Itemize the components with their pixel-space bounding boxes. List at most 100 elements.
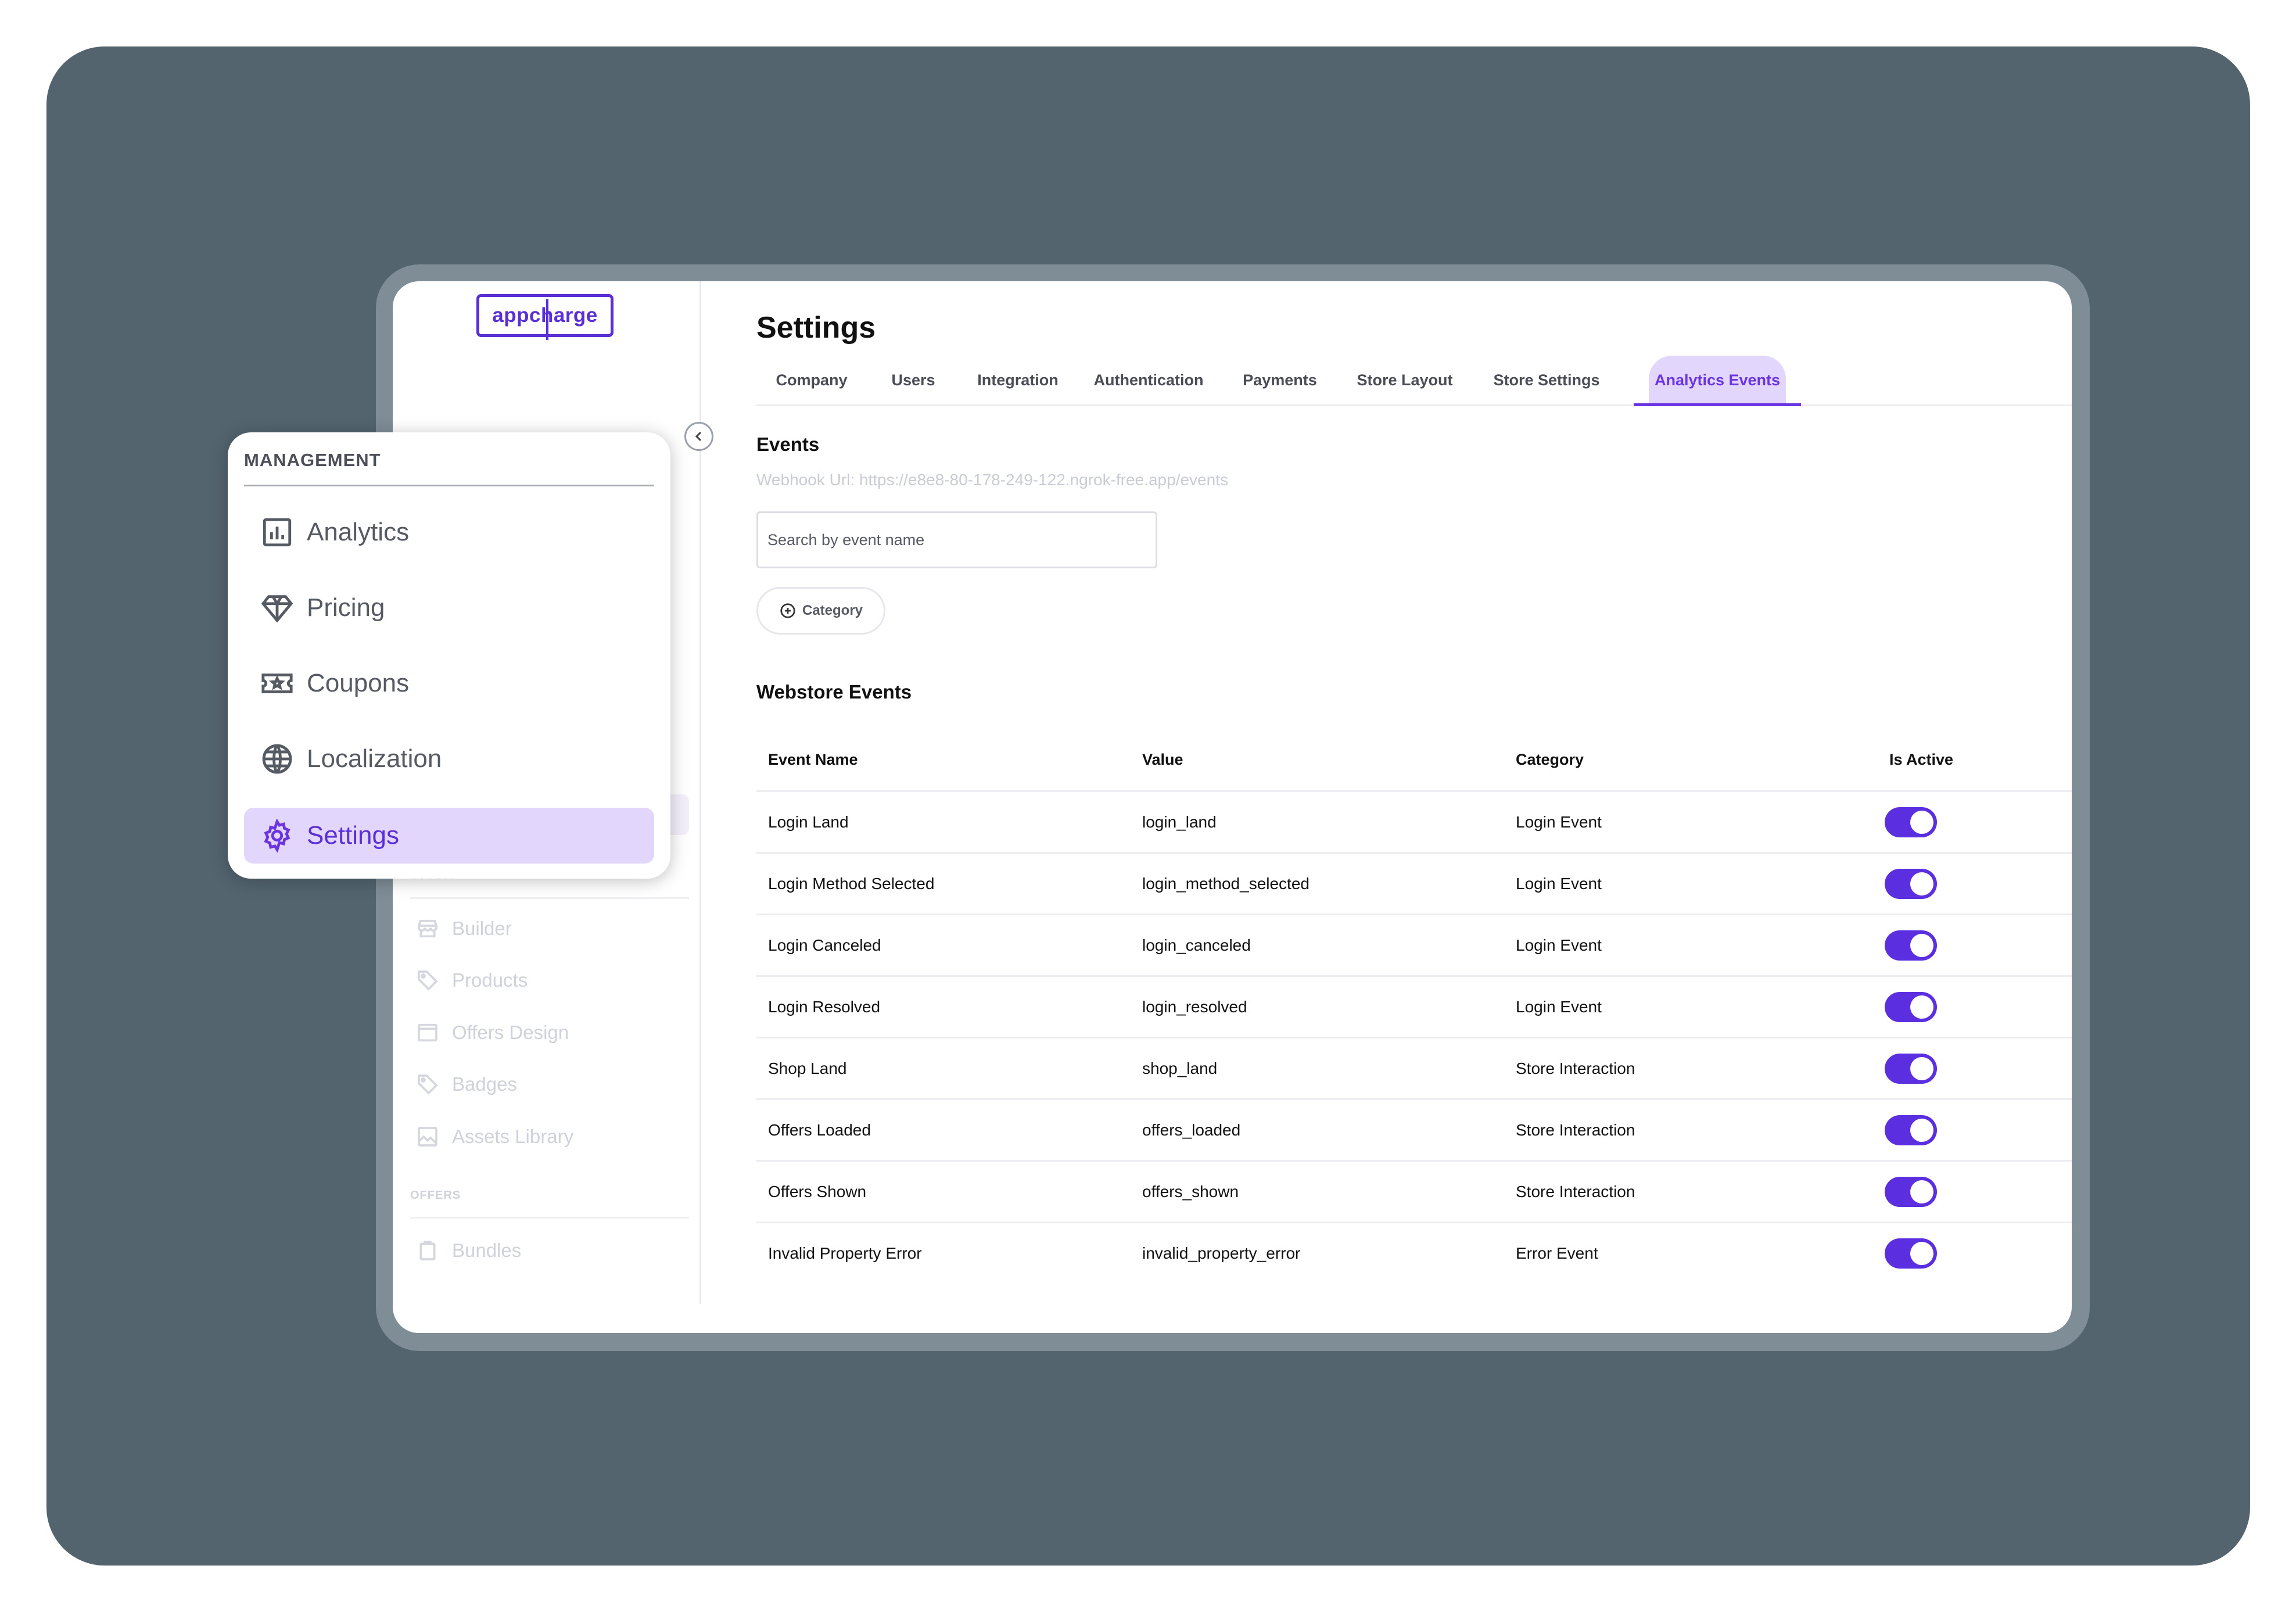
tab-store-settings[interactable]: Store Settings [1471, 356, 1622, 404]
events-section-title: Events [756, 434, 820, 455]
event-category-cell: Store Interaction [1516, 1182, 1635, 1201]
sidebar-divider [410, 897, 689, 899]
sidebar-item-label: Assets Library [452, 1126, 574, 1147]
webhook-url: Webhook Url: https://e8e8-80-178-249-122… [756, 471, 1228, 489]
table-row: Login Land login_land Login Event [756, 792, 2072, 854]
management-divider [244, 485, 654, 486]
is-active-toggle[interactable] [1885, 1053, 1937, 1084]
sidebar-divider [410, 1217, 689, 1219]
event-value-cell: offers_shown [1142, 1182, 1239, 1201]
store-icon [418, 919, 437, 938]
event-value-cell: login_method_selected [1142, 874, 1310, 893]
event-name-cell: Login Canceled [768, 936, 881, 954]
logo-text: appcharge [492, 304, 598, 327]
sidebar-item-products[interactable]: Products [416, 963, 528, 998]
main-content: Settings Company Users Integration Authe… [756, 281, 2072, 1333]
window-icon [418, 1023, 437, 1042]
menu-item-pricing[interactable]: Pricing [244, 580, 654, 636]
sidebar-item-badges[interactable]: Badges [416, 1067, 517, 1102]
event-name-cell: Login Land [768, 812, 849, 831]
menu-item-settings[interactable]: Settings [244, 808, 654, 864]
category-filter-label: Category [802, 603, 863, 618]
page-title: Settings [756, 311, 876, 345]
event-value-cell: login_canceled [1142, 936, 1251, 954]
tab-store-layout[interactable]: Store Layout [1339, 356, 1471, 404]
active-tab-underline [1634, 403, 1801, 406]
menu-item-localization[interactable]: Localization [244, 731, 654, 787]
is-active-toggle[interactable] [1885, 868, 1937, 899]
collapse-sidebar-button[interactable] [684, 422, 713, 451]
appcharge-logo[interactable]: appcharge [476, 294, 614, 340]
event-name-cell: Shop Land [768, 1059, 847, 1077]
tab-users[interactable]: Users [867, 356, 960, 404]
column-header-value[interactable]: Value [1142, 729, 1183, 790]
tab-company[interactable]: Company [756, 356, 867, 404]
settings-tabs: Company Users Integration Authentication… [756, 356, 2072, 406]
sidebar-item-builder[interactable]: Builder [416, 911, 512, 946]
menu-item-analytics[interactable]: Analytics [244, 504, 654, 560]
event-category-cell: Login Event [1516, 997, 1602, 1016]
tab-authentication[interactable]: Authentication [1076, 356, 1221, 404]
sidebar-item-label: Badges [452, 1073, 517, 1095]
chevron-left-icon [695, 431, 702, 442]
is-active-toggle[interactable] [1885, 1238, 1937, 1269]
is-active-toggle[interactable] [1885, 807, 1937, 837]
menu-item-label: Localization [307, 744, 442, 773]
event-category-cell: Login Event [1516, 812, 1602, 831]
event-search-input[interactable] [756, 511, 1157, 568]
tab-integration[interactable]: Integration [960, 356, 1076, 404]
table-row: Invalid Property Error invalid_property_… [756, 1223, 2072, 1283]
is-active-toggle[interactable] [1885, 1176, 1937, 1207]
sidebar-item-assets-library[interactable]: Assets Library [416, 1119, 573, 1154]
category-filter-button[interactable]: Category [756, 587, 885, 635]
webstore-events-table: Event Name Value Category Is Active Logi… [756, 729, 2072, 1283]
event-category-cell: Store Interaction [1516, 1120, 1635, 1139]
event-value-cell: login_land [1142, 812, 1217, 831]
plus-circle-icon [780, 603, 795, 618]
menu-item-label: Coupons [307, 669, 410, 697]
globe-icon [262, 744, 292, 774]
table-row: Login Method Selected login_method_selec… [756, 854, 2072, 915]
webstore-events-title: Webstore Events [756, 681, 912, 703]
image-icon [418, 1127, 437, 1147]
event-value-cell: invalid_property_error [1142, 1244, 1301, 1262]
column-header-category[interactable]: Category [1516, 729, 1584, 790]
menu-item-label: Settings [307, 821, 399, 850]
is-active-toggle[interactable] [1885, 930, 1937, 961]
column-header-is-active[interactable]: Is Active [1889, 729, 1953, 790]
menu-item-label: Pricing [307, 593, 385, 622]
menu-item-coupons[interactable]: Coupons [244, 655, 654, 711]
tag-icon [418, 1074, 438, 1095]
is-active-toggle[interactable] [1885, 1115, 1937, 1145]
gear-icon [264, 819, 290, 852]
tab-analytics-events[interactable]: Analytics Events [1634, 356, 1801, 406]
sidebar-item-offers-design[interactable]: Offers Design [416, 1015, 569, 1050]
table-header: Event Name Value Category Is Active [756, 729, 2072, 792]
sidebar-section-offers: OFFERS [410, 1189, 461, 1202]
sidebar-item-bundles[interactable]: Bundles [416, 1233, 521, 1268]
table-row: Login Canceled login_canceled Login Even… [756, 915, 2072, 977]
clipboard-icon [419, 1241, 436, 1260]
event-category-cell: Login Event [1516, 936, 1602, 954]
event-category-cell: Login Event [1516, 874, 1602, 893]
tab-payments[interactable]: Payments [1221, 356, 1339, 404]
event-name-cell: Login Resolved [768, 997, 881, 1016]
table-row: Offers Loaded offers_loaded Store Intera… [756, 1100, 2072, 1162]
sidebar-item-label: Products [452, 969, 528, 991]
event-category-cell: Store Interaction [1516, 1059, 1635, 1077]
event-name-cell: Invalid Property Error [768, 1244, 922, 1262]
is-active-toggle[interactable] [1885, 991, 1937, 1022]
table-row: Shop Land shop_land Store Interaction [756, 1038, 2072, 1100]
diamond-icon [261, 595, 293, 623]
logo-mark [546, 299, 548, 340]
event-value-cell: login_resolved [1142, 997, 1247, 1016]
bar-chart-icon [263, 518, 292, 547]
table-row: Offers Shown offers_shown Store Interact… [756, 1162, 2072, 1223]
event-category-cell: Error Event [1516, 1244, 1598, 1262]
event-name-cell: Login Method Selected [768, 874, 935, 893]
tag-icon [418, 970, 438, 991]
sidebar-item-label: Offers Design [452, 1022, 569, 1043]
event-name-cell: Offers Shown [768, 1182, 867, 1201]
event-value-cell: shop_land [1142, 1059, 1218, 1077]
column-header-event-name[interactable]: Event Name [768, 729, 858, 790]
